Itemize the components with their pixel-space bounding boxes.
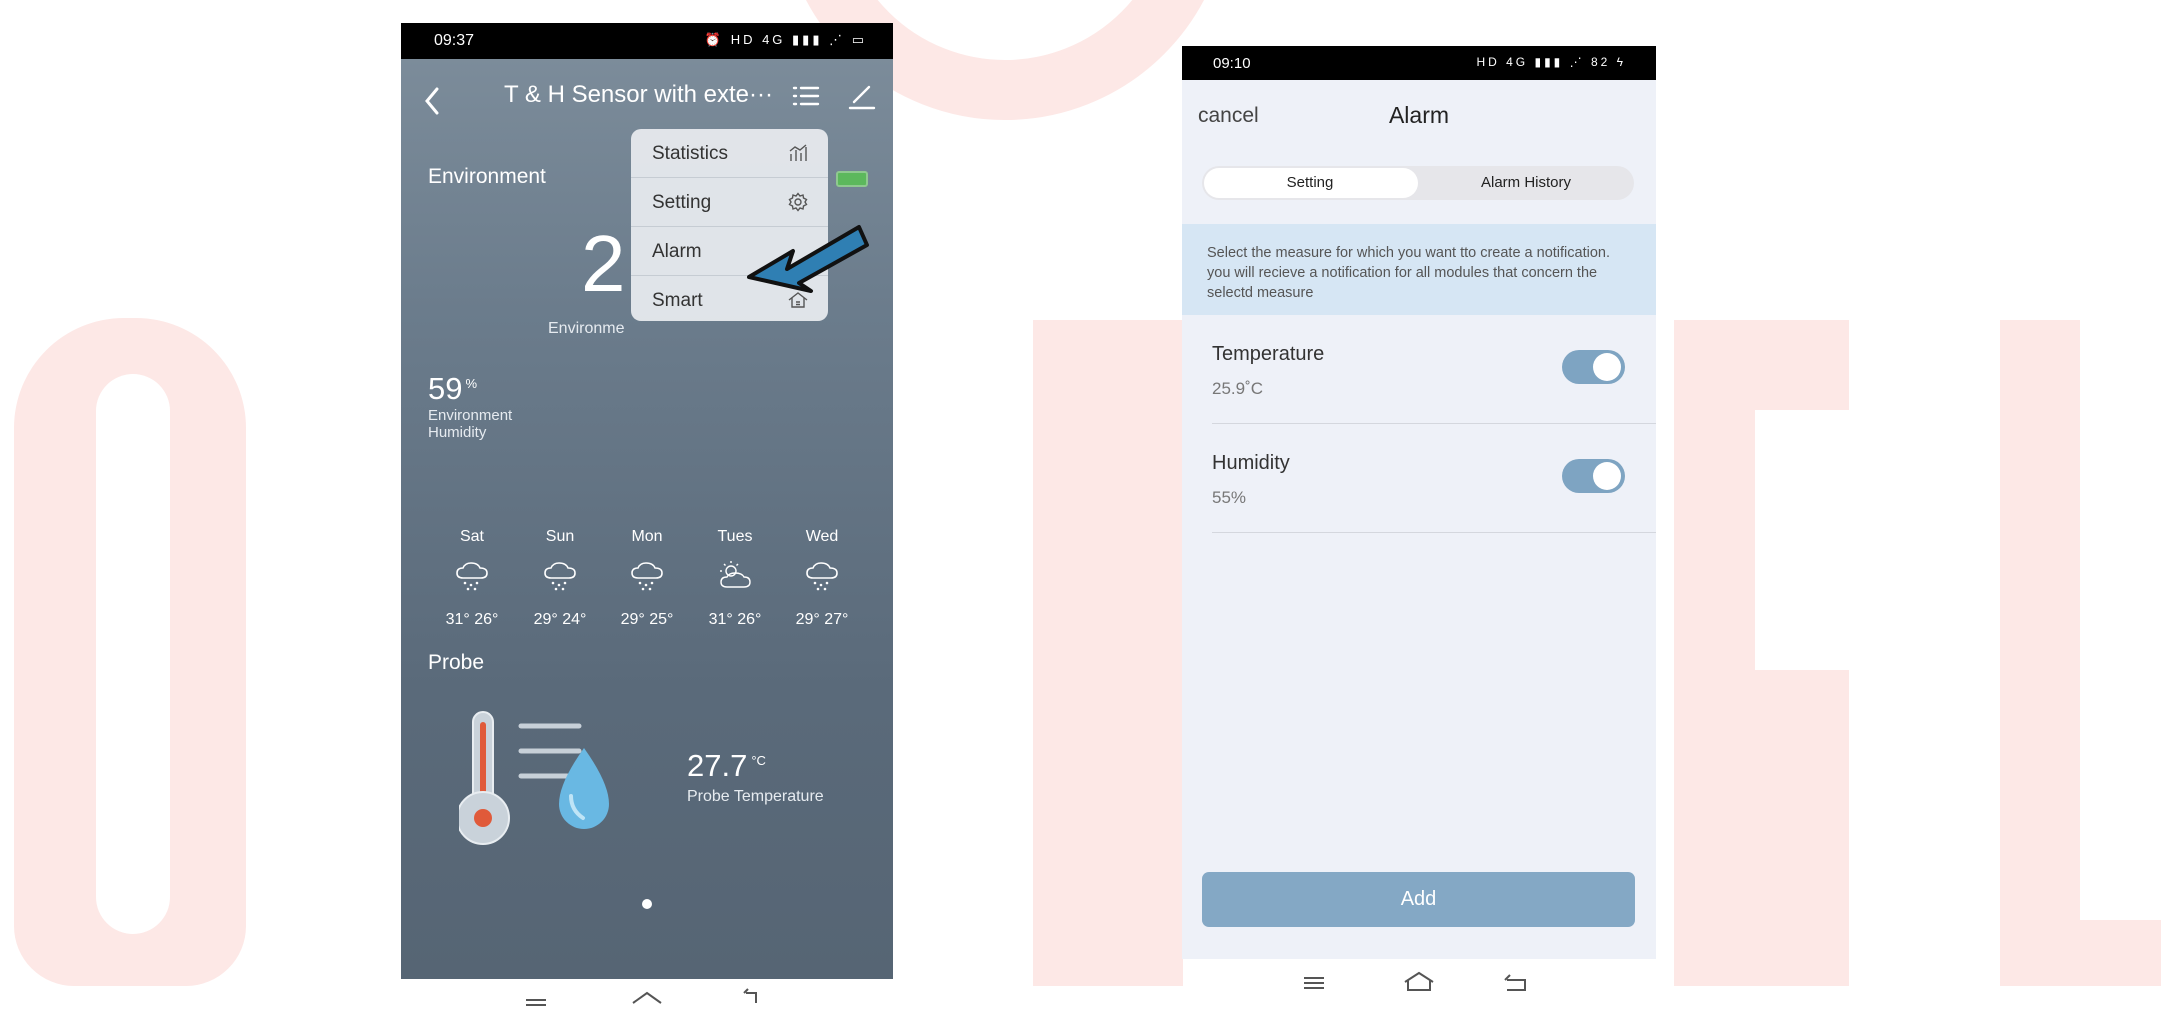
status-bar: 09:37 ⏰ HD 4G ▮▮▮ ⋰ ▭ [401,23,893,59]
tab-alarm-history[interactable]: Alarm History [1418,174,1634,191]
android-nav-bar [526,988,757,1006]
alarm-row-temperature: Temperature 25.9˚C [1212,315,1656,424]
sun-cloud-icon [720,561,751,588]
forecast-day: Wed 29° 27° [787,528,857,629]
device-title: T & H Sensor with exte··· [504,81,773,108]
probe-temperature: 27.7 °C [687,748,766,784]
humidity-toggle[interactable] [1562,459,1625,493]
thermometer-droplet-icon [459,711,609,845]
alarm-tabs: Setting Alarm History [1202,166,1634,200]
menu-item-label: Statistics [652,143,729,164]
watermark-g-inner [96,374,170,934]
watermark-letter-l [2000,320,2080,986]
menu-item-label: Smart [652,290,703,311]
snow-cloud-icon [806,562,838,591]
probe-temperature-label: Probe Temperature [687,788,824,805]
humidity-number: 59 [428,371,463,406]
forecast-day-name: Mon [631,528,663,545]
probe-temperature-number: 27.7 [687,748,748,783]
watermark-letter-f [1033,320,1183,986]
menu-item-statistics[interactable]: Statistics [631,129,828,178]
menu-item-label: Alarm [652,241,702,262]
status-time: 09:37 [434,32,475,49]
forecast-day: Mon 29° 25° [612,528,682,629]
forecast-day: Sun 29° 24° [525,528,595,629]
edit-pencil-icon[interactable] [847,81,877,111]
status-icons: HD 4G ▮▮▮ ⋰ 82 ϟ [1476,55,1626,69]
environment-temperature-label: Environme [548,320,625,337]
menu-list-icon[interactable] [791,81,821,111]
chart-icon [789,144,807,161]
forecast-day-name: Wed [805,528,839,545]
toggle-knob [1593,462,1621,490]
battery-icon [836,171,868,187]
alarm-screen: 09:10 HD 4G ▮▮▮ ⋰ 82 ϟ Alarm cancel Sett… [1182,46,1656,959]
temperature-toggle[interactable] [1562,350,1625,384]
status-time: 09:10 [1213,55,1251,72]
alarm-row-title: Humidity [1212,452,1290,474]
humidity-unit: % [465,375,478,391]
watermark-letter-l-foot [2000,920,2161,986]
page-indicator [642,899,652,909]
status-icons: ⏰ HD 4G ▮▮▮ ⋰ ▭ [704,32,867,47]
add-button[interactable]: Add [1202,872,1635,927]
forecast-day-name: Sun [545,528,575,545]
pointer-arrow-icon [747,225,869,293]
forecast-temps: 29° 25° [620,611,674,628]
forecast-temps: 29° 24° [533,611,587,628]
forecast-day: Tues 31° 26° [700,528,770,629]
humidity-value: 59% [428,371,477,407]
android-nav-bar [1304,971,1526,991]
info-banner: Select the measure for which you want tt… [1182,224,1656,315]
forecast-temps: 31° 26° [445,611,499,628]
nav-buttons [526,988,757,1006]
forecast-day-name: Tues [717,528,753,545]
cancel-button[interactable]: cancel [1198,104,1259,128]
alarm-row-title: Temperature [1212,343,1325,365]
environment-temperature: 2 [581,219,626,308]
environment-label: Environment [428,165,546,188]
back-arrow-icon[interactable] [421,81,443,121]
watermark-e-gap [1755,410,1849,670]
forecast-temps: 31° 26° [708,611,762,628]
probe-temperature-unit: °C [751,752,766,768]
alarm-row-value: 25.9˚C [1212,379,1264,398]
sensor-screen: 09:37 ⏰ HD 4G ▮▮▮ ⋰ ▭ T & H Sensor with … [401,23,893,979]
forecast-day: Sat 31° 26° [437,528,507,629]
snow-cloud-icon [631,562,663,591]
snow-cloud-icon [544,562,576,591]
forecast-temps: 29° 27° [795,611,849,628]
alarm-row-humidity: Humidity 55% [1212,424,1656,533]
nav-buttons [1304,971,1526,991]
menu-item-label: Setting [652,192,712,213]
toggle-knob [1593,353,1621,381]
snow-cloud-icon [456,562,488,591]
tab-setting[interactable]: Setting [1202,174,1418,191]
forecast-day-name: Sat [459,528,484,545]
alarm-row-value: 55% [1212,488,1247,507]
probe-label: Probe [428,651,485,674]
status-bar: 09:10 HD 4G ▮▮▮ ⋰ 82 ϟ [1182,46,1656,80]
humidity-label: Environment Humidity [428,407,513,441]
